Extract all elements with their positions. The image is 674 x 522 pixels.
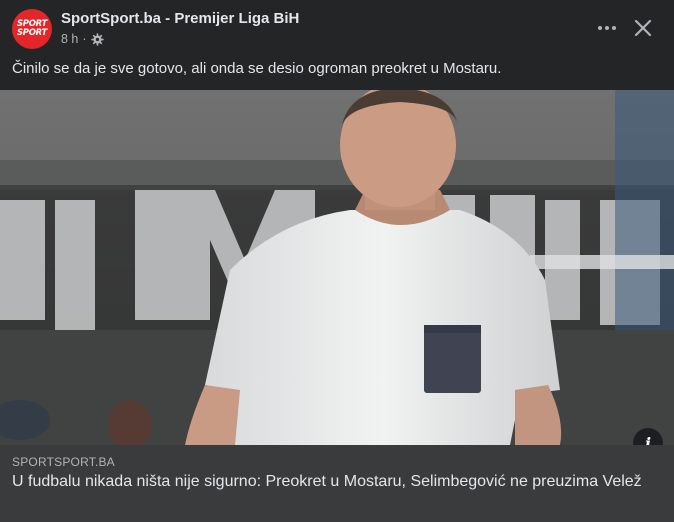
post-meta: 8 h · — [61, 32, 104, 46]
link-headline[interactable]: U fudbalu nikada ništa nije sigurno: Pre… — [12, 472, 662, 492]
photo-illustration — [0, 90, 674, 445]
link-footer[interactable]: SPORTSPORT.BA U fudbalu nikada ništa nij… — [0, 445, 674, 522]
more-options-button[interactable] — [592, 18, 622, 38]
dot-icon — [605, 26, 609, 30]
post-header: SPORT SPORT SportSport.ba - Premijer Lig… — [0, 0, 674, 56]
meta-separator: · — [82, 32, 87, 46]
avatar-logo-line2: SPORT — [16, 28, 48, 38]
link-domain: SPORTSPORT.BA — [12, 455, 115, 469]
close-icon[interactable] — [630, 15, 656, 41]
dot-icon — [612, 26, 616, 30]
post-caption: Činilo se da je sve gotovo, ali onda se … — [12, 60, 502, 77]
page-avatar[interactable]: SPORT SPORT — [12, 9, 52, 49]
gear-icon[interactable] — [90, 32, 104, 46]
dot-icon — [598, 26, 602, 30]
link-preview-image[interactable] — [0, 90, 674, 445]
post-timestamp[interactable]: 8 h — [61, 32, 78, 46]
page-name-link[interactable]: SportSport.ba - Premijer Liga BiH — [61, 10, 299, 27]
